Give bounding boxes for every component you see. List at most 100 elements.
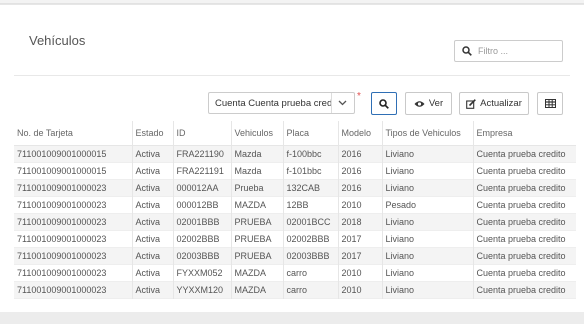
table-cell: 02001BBB bbox=[172, 213, 231, 230]
table-cell: carro bbox=[282, 264, 338, 281]
table-cell: 000012BB bbox=[172, 196, 231, 213]
column-header[interactable]: Placa bbox=[282, 121, 338, 146]
table-cell: 2010 bbox=[337, 281, 382, 298]
table-icon bbox=[544, 99, 556, 108]
table-cell: Activa bbox=[131, 264, 173, 281]
edit-icon bbox=[466, 98, 477, 109]
table-cell: Cuenta prueba credito bbox=[472, 162, 576, 179]
table-body: 711001009001000015 Activa FRA221190 Mazda f-… bbox=[14, 145, 576, 298]
column-header[interactable]: Estado bbox=[131, 121, 173, 146]
table-cell: 711001009001000023 bbox=[14, 281, 132, 298]
update-button-label: Actualizar bbox=[480, 98, 522, 109]
table-cell: 02001BCC bbox=[282, 213, 338, 230]
page-title: Vehículos bbox=[29, 33, 86, 48]
table-cell: 2010 bbox=[337, 196, 382, 213]
table-cell: f-101bbc bbox=[282, 162, 338, 179]
table-cell: 2016 bbox=[337, 162, 382, 179]
column-header[interactable]: Empresa bbox=[472, 121, 576, 146]
table-cell: 711001009001000023 bbox=[14, 179, 132, 196]
view-button-label: Ver bbox=[428, 98, 444, 109]
table-cell: Liviano bbox=[381, 247, 473, 264]
table-cell: Liviano bbox=[381, 213, 473, 230]
view-button[interactable]: Ver bbox=[405, 92, 452, 115]
divider bbox=[14, 75, 570, 76]
table-cell: 711001009001000023 bbox=[14, 247, 132, 264]
table-cell: YYXXM120 bbox=[172, 281, 231, 298]
table-cell: Activa bbox=[131, 162, 173, 179]
table-cell: Cuenta prueba credito bbox=[472, 264, 576, 281]
table-cell: Activa bbox=[131, 213, 173, 230]
table-cell: Pesado bbox=[381, 196, 473, 213]
grid-button[interactable] bbox=[537, 92, 563, 115]
table-cell: Mazda bbox=[230, 162, 283, 179]
company-select-value: Cuenta Cuenta prueba credito bbox=[215, 97, 331, 109]
search-icon bbox=[462, 46, 472, 56]
table-cell: FYXXM052 bbox=[172, 264, 231, 281]
table-cell: 2016 bbox=[337, 145, 382, 162]
table-row[interactable]: 711001009001000023 Activa FYXXM052 MAZDA car… bbox=[14, 264, 576, 281]
table-cell: 2016 bbox=[337, 179, 382, 196]
table-cell: 02003BBB bbox=[282, 247, 338, 264]
table-cell: FRA221190 bbox=[172, 145, 231, 162]
table-cell: f-100bbc bbox=[282, 145, 338, 162]
table-cell: 711001009001000015 bbox=[14, 145, 132, 162]
table-cell: Cuenta prueba credito bbox=[472, 179, 576, 196]
table-cell: Prueba bbox=[230, 179, 283, 196]
table-cell: 2017 bbox=[337, 247, 382, 264]
table-cell: Activa bbox=[131, 281, 173, 298]
filter-input[interactable] bbox=[478, 46, 558, 56]
table-cell: MAZDA bbox=[230, 264, 283, 281]
table-row[interactable]: 711001009001000023 Activa 02003BBB PRUEBA 02… bbox=[14, 247, 576, 264]
table-cell: 2018 bbox=[337, 213, 382, 230]
filter-field[interactable] bbox=[454, 40, 563, 62]
table-cell: Mazda bbox=[230, 145, 283, 162]
table-cell: Liviano bbox=[381, 281, 473, 298]
column-header[interactable]: Tipos de Vehiculos bbox=[381, 121, 473, 146]
column-header[interactable]: Modelo bbox=[337, 121, 382, 146]
table-cell: Activa bbox=[131, 196, 173, 213]
update-button[interactable]: Actualizar bbox=[459, 92, 529, 115]
table-cell: 2017 bbox=[337, 230, 382, 247]
vehicles-table: No. de Tarjeta Estado ID Vehiculos Placa… bbox=[14, 121, 576, 299]
table-cell: Liviano bbox=[381, 179, 473, 196]
company-select[interactable]: Cuenta Cuenta prueba credito bbox=[208, 92, 355, 114]
table-cell: Cuenta prueba credito bbox=[472, 196, 576, 213]
table-cell: Cuenta prueba credito bbox=[472, 247, 576, 264]
table-row[interactable]: 711001009001000023 Activa 000012AA Prueba 13… bbox=[14, 179, 576, 196]
chevron-down-icon[interactable] bbox=[331, 93, 353, 113]
table-cell: Liviano bbox=[381, 230, 473, 247]
table-cell: Activa bbox=[131, 247, 173, 264]
eye-icon bbox=[414, 100, 425, 107]
table-cell: 711001009001000023 bbox=[14, 196, 132, 213]
table-row[interactable]: 711001009001000023 Activa 02001BBB PRUEBA 02… bbox=[14, 213, 576, 230]
table-cell: 2010 bbox=[337, 264, 382, 281]
table-cell: 02002BBB bbox=[172, 230, 231, 247]
column-header[interactable]: ID bbox=[172, 121, 231, 146]
table-row[interactable]: 711001009001000023 Activa YYXXM120 MAZDA car… bbox=[14, 281, 576, 298]
table-cell: MAZDA bbox=[230, 196, 283, 213]
table-cell: 02002BBB bbox=[282, 230, 338, 247]
table-cell: 132CAB bbox=[282, 179, 338, 196]
table-row[interactable]: 711001009001000023 Activa 02002BBB PRUEBA 02… bbox=[14, 230, 576, 247]
column-header[interactable]: No. de Tarjeta bbox=[14, 121, 132, 146]
search-icon bbox=[379, 98, 389, 109]
table-cell: 711001009001000023 bbox=[14, 213, 132, 230]
table-cell: Cuenta prueba credito bbox=[472, 213, 576, 230]
table-cell: Cuenta prueba credito bbox=[472, 145, 576, 162]
table-row[interactable]: 711001009001000015 Activa FRA221191 Mazda f-… bbox=[14, 162, 576, 179]
search-button[interactable] bbox=[371, 92, 397, 115]
table-row[interactable]: 711001009001000023 Activa 000012BB MAZDA 12B… bbox=[14, 196, 576, 213]
column-header[interactable]: Vehiculos bbox=[230, 121, 283, 146]
table-row[interactable]: 711001009001000015 Activa FRA221190 Mazda f-… bbox=[14, 145, 576, 162]
table-cell: 711001009001000015 bbox=[14, 162, 132, 179]
required-mark: * bbox=[357, 91, 361, 102]
table-cell: Activa bbox=[131, 230, 173, 247]
table-cell: Liviano bbox=[381, 162, 473, 179]
table-cell: Activa bbox=[131, 145, 173, 162]
table-cell: carro bbox=[282, 281, 338, 298]
table-header-row: No. de Tarjeta Estado ID Vehiculos Placa… bbox=[14, 121, 576, 146]
table-cell: 000012AA bbox=[172, 179, 231, 196]
table-cell: Liviano bbox=[381, 145, 473, 162]
table-cell: 711001009001000023 bbox=[14, 230, 132, 247]
table-cell: Liviano bbox=[381, 264, 473, 281]
